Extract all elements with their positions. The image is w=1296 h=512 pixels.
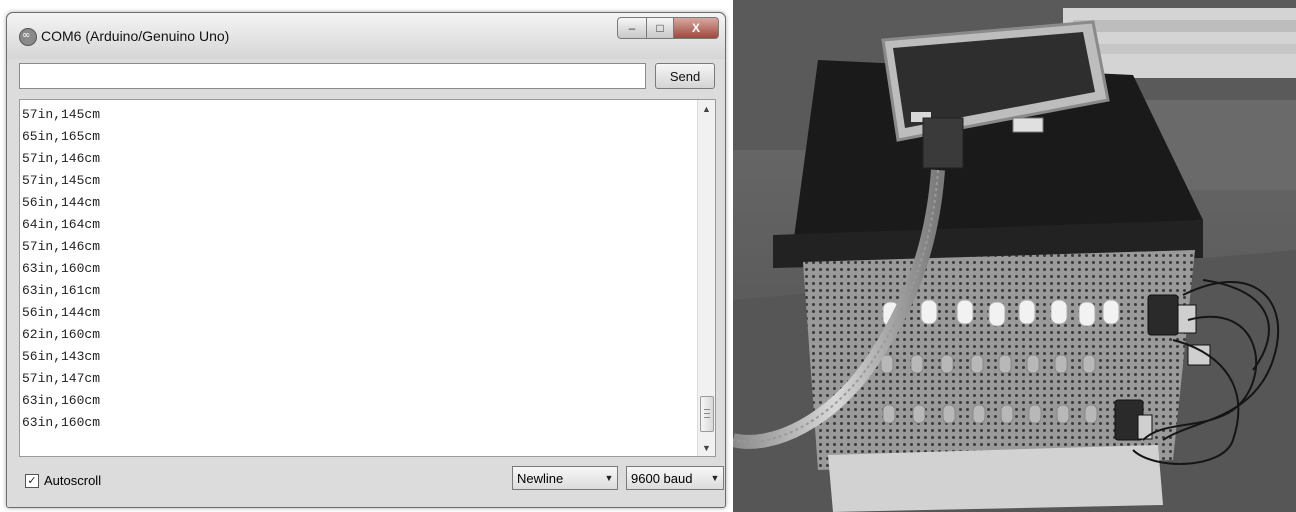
minimize-icon[interactable]: – [617, 17, 647, 39]
vertical-scrollbar[interactable]: ▲ ▼ [697, 100, 715, 456]
bottom-bar: ✓ Autoscroll Newline ▼ 9600 baud ▼ [19, 465, 724, 497]
serial-output-line: 62in,160cm [22, 327, 101, 342]
autoscroll-label: Autoscroll [44, 473, 102, 488]
serial-output-line: 65in,165cm [22, 129, 101, 144]
device-photo [733, 0, 1296, 512]
maximize-icon[interactable]: □ [647, 17, 674, 39]
serial-output-line: 63in,160cm [22, 415, 101, 430]
scroll-down-icon[interactable]: ▼ [698, 439, 715, 456]
serial-output-line: 56in,143cm [22, 349, 101, 364]
serial-output-line: 57in,145cm [22, 107, 101, 122]
baud-rate-value: 9600 baud [631, 470, 693, 486]
send-row: Send [19, 63, 716, 91]
serial-input[interactable] [19, 63, 646, 89]
arduino-icon: ∞ [19, 28, 37, 46]
scroll-up-icon[interactable]: ▲ [698, 100, 715, 117]
serial-output-line: 64in,164cm [22, 217, 101, 232]
dropdown-arrow-icon: ▼ [604, 473, 614, 483]
serial-output-line: 63in,160cm [22, 393, 101, 408]
serial-output-lines: 57in,145cm 65in,165cm 57in,146cm 57in,145cm… [22, 104, 100, 434]
line-ending-value: Newline [517, 470, 564, 486]
baud-rate-select[interactable]: 9600 baud ▼ [626, 466, 724, 490]
device-photo-drawing [733, 0, 1296, 512]
send-button[interactable]: Send [655, 63, 715, 89]
scrollbar-thumb[interactable] [700, 396, 714, 432]
serial-output-line: 56in,144cm [22, 195, 101, 210]
serial-output-line: 57in,145cm [22, 173, 101, 188]
dropdown-arrow-icon: ▼ [710, 473, 720, 483]
serial-output-line: 56in,144cm [22, 305, 101, 320]
serial-output-line: 57in,146cm [22, 151, 101, 166]
autoscroll-toggle[interactable]: ✓ Autoscroll [25, 473, 101, 488]
serial-monitor-window: ∞ COM6 (Arduino/Genuino Uno) – □ X Send … [6, 12, 726, 508]
serial-output-line: 57in,147cm [22, 371, 101, 386]
checkbox-checked-icon[interactable]: ✓ [25, 473, 39, 488]
serial-output-line: 57in,146cm [22, 239, 101, 254]
window-controls: – □ X [617, 17, 719, 39]
window-title: COM6 (Arduino/Genuino Uno) [41, 28, 230, 44]
title-bar[interactable]: ∞ COM6 (Arduino/Genuino Uno) – □ X [7, 13, 725, 59]
line-ending-select[interactable]: Newline ▼ [512, 466, 618, 490]
serial-output-area[interactable]: 57in,145cm 65in,165cm 57in,146cm 57in,145cm… [19, 99, 716, 457]
serial-output-line: 63in,160cm [22, 261, 101, 276]
serial-output-line: 63in,161cm [22, 283, 101, 298]
close-icon[interactable]: X [674, 17, 719, 39]
